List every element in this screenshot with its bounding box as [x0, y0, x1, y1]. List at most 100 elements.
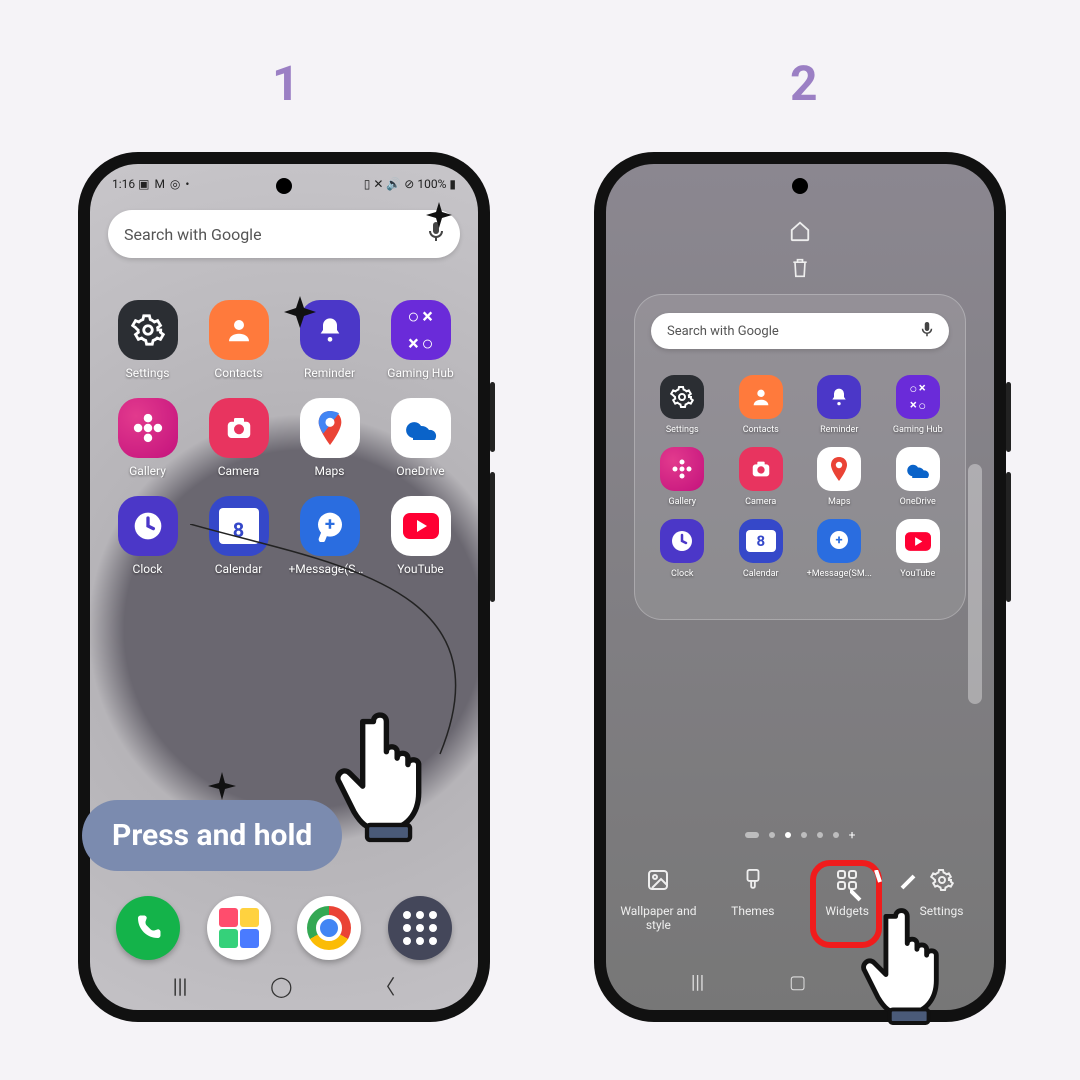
- camera-hole: [792, 178, 808, 194]
- app-message[interactable]: ++Message(SM...: [800, 519, 879, 579]
- app-label: Camera: [198, 464, 280, 478]
- action-label: Themes: [731, 904, 774, 918]
- app-gallery[interactable]: Gallery: [102, 398, 193, 478]
- app-settings[interactable]: Settings: [643, 375, 722, 435]
- home-screen[interactable]: 1:16 ▣ M ◎ • ▯ ✕ 🔊 ⊘ 100% ▮ Search with …: [90, 164, 478, 1010]
- svg-text:+: +: [836, 533, 843, 548]
- youtube-icon: [896, 519, 940, 563]
- app-youtube[interactable]: YouTube: [879, 519, 958, 579]
- app-label: YouTube: [380, 562, 462, 576]
- app-settings[interactable]: Settings: [102, 300, 193, 380]
- app-label: Maps: [289, 464, 371, 478]
- cloud-icon: [896, 447, 940, 491]
- app-clock[interactable]: Clock: [102, 496, 193, 576]
- google-search-bar[interactable]: Search with Google: [108, 210, 460, 258]
- maps-pin-icon: [300, 398, 360, 458]
- battery-icon: ▮: [449, 177, 456, 191]
- person-icon: [739, 375, 783, 419]
- nav-recents[interactable]: |||: [173, 974, 188, 998]
- app-message[interactable]: + +Message(SM...: [284, 496, 375, 576]
- phone-frame-2: Search with Google Settings Contacts Rem…: [594, 152, 1006, 1022]
- app-calendar[interactable]: 8Calendar: [722, 519, 801, 579]
- app-maps[interactable]: Maps: [800, 447, 879, 507]
- calendar-day: 8: [219, 516, 259, 544]
- status-icons-left: ▣ M ◎ •: [138, 177, 190, 191]
- status-icons-right: ▯ ✕ 🔊 ⊘: [364, 177, 415, 191]
- clock-text: 1:16: [112, 177, 135, 191]
- app-label: Maps: [806, 497, 872, 507]
- nav-home[interactable]: ▢: [789, 972, 806, 998]
- flower-icon: [660, 447, 704, 491]
- app-label: Reminder: [806, 425, 872, 435]
- app-gaming-hub[interactable]: ○××○Gaming Hub: [879, 375, 958, 435]
- nav-back[interactable]: 〈: [375, 971, 395, 1000]
- themes-button[interactable]: Themes: [711, 868, 795, 932]
- flower-icon: [118, 398, 178, 458]
- search-placeholder: Search with Google: [124, 225, 262, 244]
- gear-icon: [118, 300, 178, 360]
- app-label: +Message(SM...: [289, 562, 371, 576]
- app-grid-preview: Settings Contacts Reminder ○××○Gaming Hu…: [641, 359, 959, 579]
- clock-icon: [660, 519, 704, 563]
- add-page-icon[interactable]: +: [849, 828, 856, 842]
- dock-app-drawer[interactable]: [388, 896, 452, 960]
- action-label: Settings: [920, 904, 964, 918]
- google-search-bar[interactable]: Search with Google: [651, 313, 949, 349]
- home-edit-screen[interactable]: Search with Google Settings Contacts Rem…: [606, 164, 994, 1010]
- dock-samsung-free[interactable]: [207, 896, 271, 960]
- app-label: OneDrive: [380, 464, 462, 478]
- bell-icon: [817, 375, 861, 419]
- home-outline-icon[interactable]: [606, 220, 994, 247]
- edit-actions-row: Wallpaper and style Themes Widgets Setti…: [606, 868, 994, 932]
- gear-icon: [900, 868, 984, 898]
- next-page-peek[interactable]: [968, 464, 982, 704]
- app-camera[interactable]: Camera: [722, 447, 801, 507]
- app-maps[interactable]: Maps: [284, 398, 375, 478]
- app-clock[interactable]: Clock: [643, 519, 722, 579]
- svg-text:+: +: [324, 513, 334, 535]
- nav-home[interactable]: ◯: [270, 974, 292, 998]
- dock-phone[interactable]: [116, 896, 180, 960]
- app-gallery[interactable]: Gallery: [643, 447, 722, 507]
- app-calendar[interactable]: 8 Calendar: [193, 496, 284, 576]
- app-onedrive[interactable]: OneDrive: [879, 447, 958, 507]
- wallpaper-and-style-button[interactable]: Wallpaper and style: [616, 868, 700, 932]
- calendar-icon: 8: [209, 496, 269, 556]
- dock-chrome[interactable]: [297, 896, 361, 960]
- nav-bar: ||| ◯ 〈: [90, 971, 478, 1000]
- calendar-icon: 8: [739, 519, 783, 563]
- app-label: Contacts: [728, 425, 794, 435]
- press-and-hold-callout: Press and hold: [82, 800, 342, 871]
- app-label: Gaming Hub: [380, 366, 462, 380]
- app-label: Clock: [649, 569, 715, 579]
- app-label: Camera: [728, 497, 794, 507]
- settings-button[interactable]: Settings: [900, 868, 984, 932]
- app-onedrive[interactable]: OneDrive: [375, 398, 466, 478]
- mic-icon[interactable]: [921, 322, 933, 341]
- nav-back[interactable]: 〈: [891, 972, 909, 998]
- step-number-2: 2: [790, 55, 818, 112]
- nav-bar: ||| ▢ 〈: [606, 972, 994, 998]
- app-camera[interactable]: Camera: [193, 398, 284, 478]
- sparkle-icon: [284, 296, 316, 328]
- game-icon: ○××○: [896, 375, 940, 419]
- widgets-highlight: [810, 860, 882, 948]
- search-placeholder: Search with Google: [667, 324, 779, 339]
- app-youtube[interactable]: YouTube: [375, 496, 466, 576]
- trash-icon[interactable]: [606, 257, 994, 284]
- app-label: YouTube: [885, 569, 951, 579]
- page-indicator: +: [606, 828, 994, 842]
- app-gaming-hub[interactable]: ○××○ Gaming Hub: [375, 300, 466, 380]
- sparkle-icon: [426, 202, 452, 228]
- app-label: Gallery: [107, 464, 189, 478]
- app-label: Contacts: [198, 366, 280, 380]
- app-reminder[interactable]: Reminder: [800, 375, 879, 435]
- app-contacts[interactable]: Contacts: [722, 375, 801, 435]
- image-icon: [616, 868, 700, 898]
- app-label: Clock: [107, 562, 189, 576]
- nav-recents[interactable]: |||: [691, 972, 704, 998]
- dock: [90, 896, 478, 960]
- app-contacts[interactable]: Contacts: [193, 300, 284, 380]
- app-label: Reminder: [289, 366, 371, 380]
- homescreen-preview-card[interactable]: Search with Google Settings Contacts Rem…: [634, 294, 966, 620]
